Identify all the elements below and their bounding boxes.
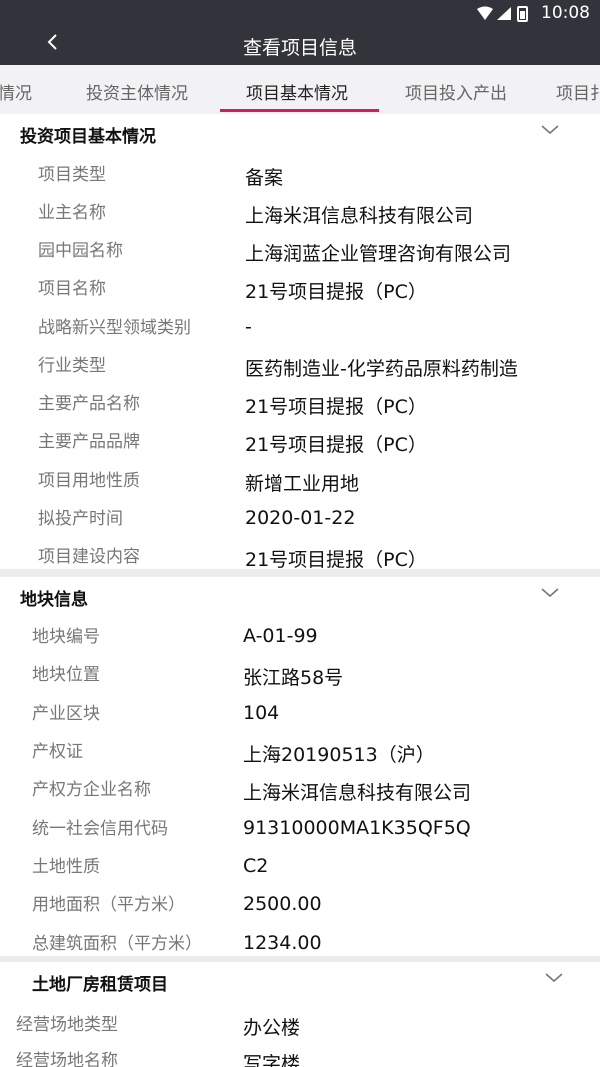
field-row: 主要产品品牌 21号项目提报（PC） [0, 427, 600, 465]
field-label: 产权方企业名称 [32, 780, 151, 800]
field-value: 上海米洱信息科技有限公司 [243, 782, 472, 804]
field-label: 主要产品名称 [38, 394, 140, 414]
field-row: 经营场地名称 写字楼 [0, 1046, 600, 1067]
field-value: 备案 [245, 167, 284, 189]
field-value: 104 [243, 702, 280, 724]
field-label: 业主名称 [38, 203, 106, 223]
field-label: 总建筑面积（平方米） [32, 934, 202, 954]
field-label: 主要产品品牌 [38, 432, 140, 452]
tab-partial-left[interactable]: 情况 [0, 79, 32, 104]
field-value: 上海20190513（沪） [243, 744, 435, 766]
field-value: 21号项目提报（PC） [245, 281, 427, 303]
status-icons [476, 5, 532, 23]
section-divider [0, 569, 600, 577]
field-value: A-01-99 [243, 625, 318, 647]
field-label: 项目建设内容 [38, 547, 140, 567]
field-row: 项目用地性质 新增工业用地 [0, 466, 600, 504]
field-row: 拟投产时间 2020-01-22 [0, 504, 600, 542]
section-header-basic[interactable]: 投资项目基本情况 [0, 114, 600, 150]
field-row: 行业类型 医药制造业-化学药品原料药制造 [0, 351, 600, 389]
chevron-down-icon [541, 588, 559, 598]
field-label: 统一社会信用代码 [32, 819, 168, 839]
status-bar: 10:08 [0, 0, 600, 28]
page-title: 查看项目信息 [242, 37, 357, 59]
field-label: 项目类型 [38, 165, 106, 185]
field-value: 91310000MA1K35QF5Q [243, 817, 471, 839]
field-label: 地块位置 [32, 665, 100, 685]
field-label: 战略新兴型领域类别 [38, 318, 191, 338]
section-header-lease[interactable]: 土地厂房租赁项目 [0, 962, 600, 998]
tab-investor[interactable]: 投资主体情况 [86, 79, 188, 104]
field-value: C2 [243, 855, 269, 877]
field-row: 主要产品名称 21号项目提报（PC） [0, 389, 600, 427]
field-value: 医药制造业-化学药品原料药制造 [245, 358, 518, 380]
section-header-land[interactable]: 地块信息 [0, 577, 600, 613]
field-value: 写字楼 [243, 1053, 301, 1067]
field-value: 办公楼 [243, 1017, 301, 1039]
field-value: 2500.00 [243, 893, 322, 915]
field-label: 经营场地名称 [16, 1051, 118, 1067]
app-header: 查看项目信息 [0, 28, 600, 65]
field-value: 21号项目提报（PC） [245, 549, 427, 571]
field-value: 上海润蓝企业管理咨询有限公司 [245, 243, 512, 265]
active-tab-indicator [220, 109, 379, 112]
field-label: 拟投产时间 [38, 509, 123, 529]
field-row: 地块位置 张江路58号 [0, 660, 600, 698]
field-row: 战略新兴型领域类别 - [0, 313, 600, 351]
section-title: 投资项目基本情况 [20, 127, 156, 147]
field-label: 园中园名称 [38, 241, 123, 261]
tab-bar: 情况 投资主体情况 项目基本情况 项目投入产出 项目扌 [0, 65, 600, 114]
field-value: 上海米洱信息科技有限公司 [245, 205, 474, 227]
field-row: 土地性质 C2 [0, 852, 600, 890]
tab-input-output[interactable]: 项目投入产出 [405, 79, 507, 104]
field-value: - [245, 316, 252, 338]
field-value: 新增工业用地 [245, 473, 360, 495]
field-row: 业主名称 上海米洱信息科技有限公司 [0, 198, 600, 236]
field-value: 21号项目提报（PC） [245, 434, 427, 456]
field-label: 经营场地类型 [16, 1015, 118, 1035]
field-label: 用地面积（平方米） [32, 895, 185, 915]
tab-basic-info[interactable]: 项目基本情况 [246, 79, 348, 104]
field-value: 2020-01-22 [245, 507, 356, 529]
field-value: 21号项目提报（PC） [245, 396, 427, 418]
field-row: 统一社会信用代码 91310000MA1K35QF5Q [0, 814, 600, 852]
chevron-down-icon [541, 125, 559, 135]
wifi-signal-battery-icons [477, 6, 528, 22]
field-row: 产业区块 104 [0, 699, 600, 737]
section-title: 地块信息 [20, 590, 88, 610]
field-label: 产业区块 [32, 704, 100, 724]
field-value: 1234.00 [243, 932, 322, 954]
field-row: 产权证 上海20190513（沪） [0, 737, 600, 775]
field-row: 产权方企业名称 上海米洱信息科技有限公司 [0, 775, 600, 813]
chevron-down-icon [545, 973, 563, 983]
field-row: 地块编号 A-01-99 [0, 622, 600, 660]
field-label: 行业类型 [38, 356, 106, 376]
field-row: 项目类型 备案 [0, 160, 600, 198]
field-label: 土地性质 [32, 857, 100, 877]
field-row: 项目名称 21号项目提报（PC） [0, 274, 600, 312]
field-label: 地块编号 [32, 627, 100, 647]
field-row: 用地面积（平方米） 2500.00 [0, 890, 600, 928]
field-row: 园中园名称 上海润蓝企业管理咨询有限公司 [0, 236, 600, 274]
tab-partial-right[interactable]: 项目扌 [556, 79, 600, 104]
field-label: 项目名称 [38, 279, 106, 299]
field-label: 项目用地性质 [38, 471, 140, 491]
field-label: 产权证 [32, 742, 83, 762]
status-time: 10:08 [541, 3, 590, 23]
field-value: 张江路58号 [243, 667, 344, 689]
field-row: 经营场地类型 办公楼 [0, 1010, 600, 1048]
section-title: 土地厂房租赁项目 [32, 975, 168, 995]
